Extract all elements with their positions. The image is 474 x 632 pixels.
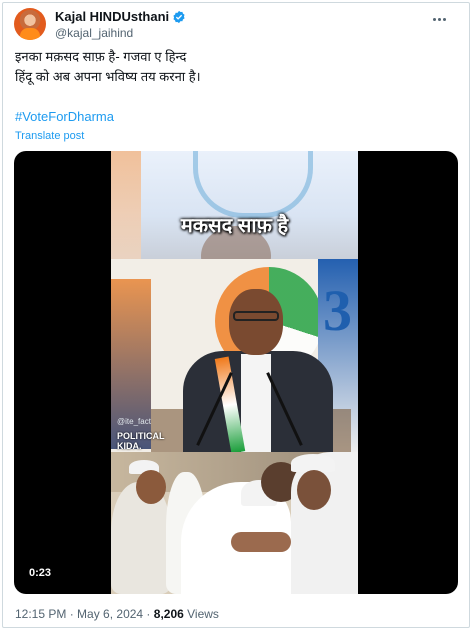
author-name[interactable]: Kajal HINDUsthani: [55, 9, 169, 25]
avatar[interactable]: [14, 8, 46, 40]
video-caption: मकसद साफ़ है: [180, 215, 289, 237]
tweet-text-line-1: इनका मक़सद साफ़ है- गजवा ए हिन्द: [15, 49, 187, 64]
brand-line-1: POLITICAL: [117, 431, 165, 441]
video-duration: 0:23: [26, 566, 55, 580]
video-frame-top: मकसद साफ़ है: [111, 151, 358, 259]
meta-separator: ·: [143, 607, 154, 621]
video-watermark: @ite_fact: [117, 417, 151, 426]
views-label: Views: [183, 607, 219, 621]
more-options-icon[interactable]: [428, 12, 450, 26]
views-count: 8,206: [153, 607, 184, 621]
translate-post-link[interactable]: Translate post: [15, 129, 84, 143]
author-handle[interactable]: @kajal_jaihind: [55, 26, 133, 40]
tweet-text-line-2: हिंदू को अब अपना भविष्य तय करना है।: [15, 69, 201, 84]
video-player[interactable]: मकसद साफ़ है 3 @ite_fact POLITICAL KIDA.: [14, 151, 458, 594]
video-brand-logo: POLITICAL KIDA.: [117, 431, 165, 451]
video-frame-crowd: [111, 452, 358, 594]
brand-line-2: KIDA.: [117, 441, 142, 451]
verified-badge-icon: [173, 10, 185, 24]
author-name-row[interactable]: Kajal HINDUsthani: [55, 9, 186, 25]
post-time[interactable]: 12:15 PM: [15, 607, 66, 621]
video-frame-speaker: 3 @ite_fact POLITICAL KIDA.: [111, 259, 358, 452]
tweet-meta: 12:15 PM · May 6, 2024 · 8,206 Views: [15, 607, 219, 621]
meta-separator: ·: [66, 607, 78, 621]
hashtag-link[interactable]: #VoteForDharma: [15, 108, 114, 126]
post-date[interactable]: May 6, 2024: [77, 607, 143, 621]
